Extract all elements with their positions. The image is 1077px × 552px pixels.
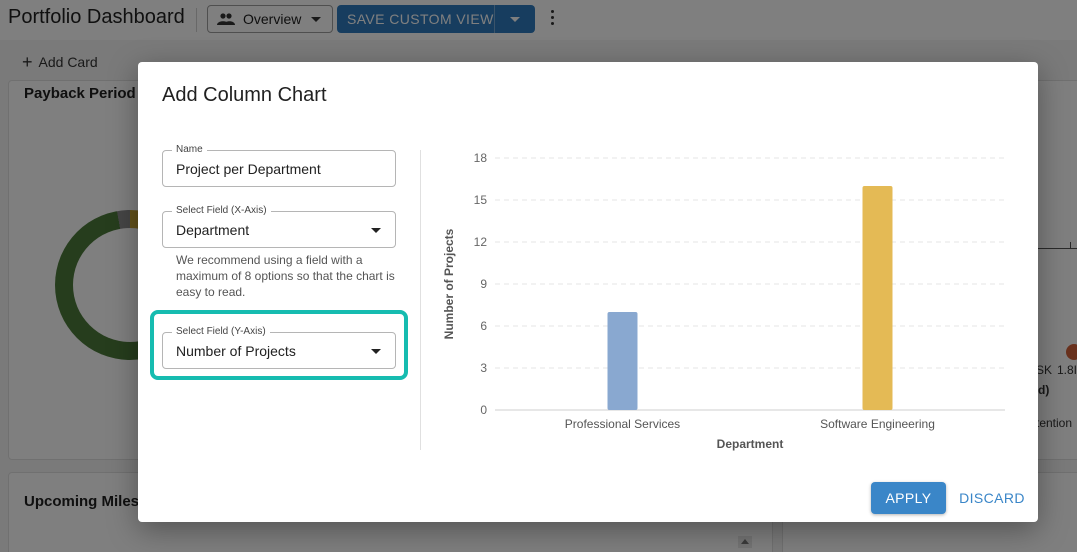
name-field[interactable]: Name Project per Department <box>162 144 396 187</box>
dialog-divider <box>420 150 421 450</box>
dropdown-arrow-icon <box>371 228 381 233</box>
x-axis-select-value: Department <box>176 222 250 238</box>
bar <box>862 186 893 410</box>
x-axis-select-label: Select Field (X-Axis) <box>172 205 271 217</box>
dropdown-arrow-icon <box>371 349 381 354</box>
y-tick-label: 0 <box>480 403 487 417</box>
column-chart-preview: 0 3 6 9 12 15 18 Professional Services Software … <box>442 151 1005 451</box>
y-tick-label: 15 <box>474 193 488 207</box>
x-axis-title: Department <box>717 437 784 451</box>
x-axis-helper-text: We recommend using a field with a maximu… <box>176 253 395 299</box>
x-axis-select[interactable]: Select Field (X-Axis) Department <box>162 205 396 248</box>
y-tick-label: 3 <box>480 361 487 375</box>
y-axis-title: Number of Projects <box>442 228 456 339</box>
apply-button[interactable]: APPLY <box>871 482 946 514</box>
y-tick-label: 9 <box>480 277 487 291</box>
y-axis-select[interactable]: Select Field (Y-Axis) Number of Projects <box>162 326 396 369</box>
y-tick-label: 18 <box>474 151 488 165</box>
discard-button[interactable]: DISCARD <box>956 482 1028 514</box>
y-tick-label: 12 <box>474 235 488 249</box>
y-tick-label: 6 <box>480 319 487 333</box>
bar <box>607 312 638 410</box>
add-column-chart-dialog: Add Column Chart Name Project per Depart… <box>138 62 1038 522</box>
name-field-value[interactable]: Project per Department <box>176 161 321 177</box>
y-axis-select-value: Number of Projects <box>176 343 296 359</box>
y-axis-select-label: Select Field (Y-Axis) <box>172 326 270 338</box>
x-tick-label: Software Engineering <box>820 417 935 431</box>
dialog-title: Add Column Chart <box>162 84 327 106</box>
name-field-label: Name <box>172 144 207 156</box>
x-tick-label: Professional Services <box>565 417 680 431</box>
